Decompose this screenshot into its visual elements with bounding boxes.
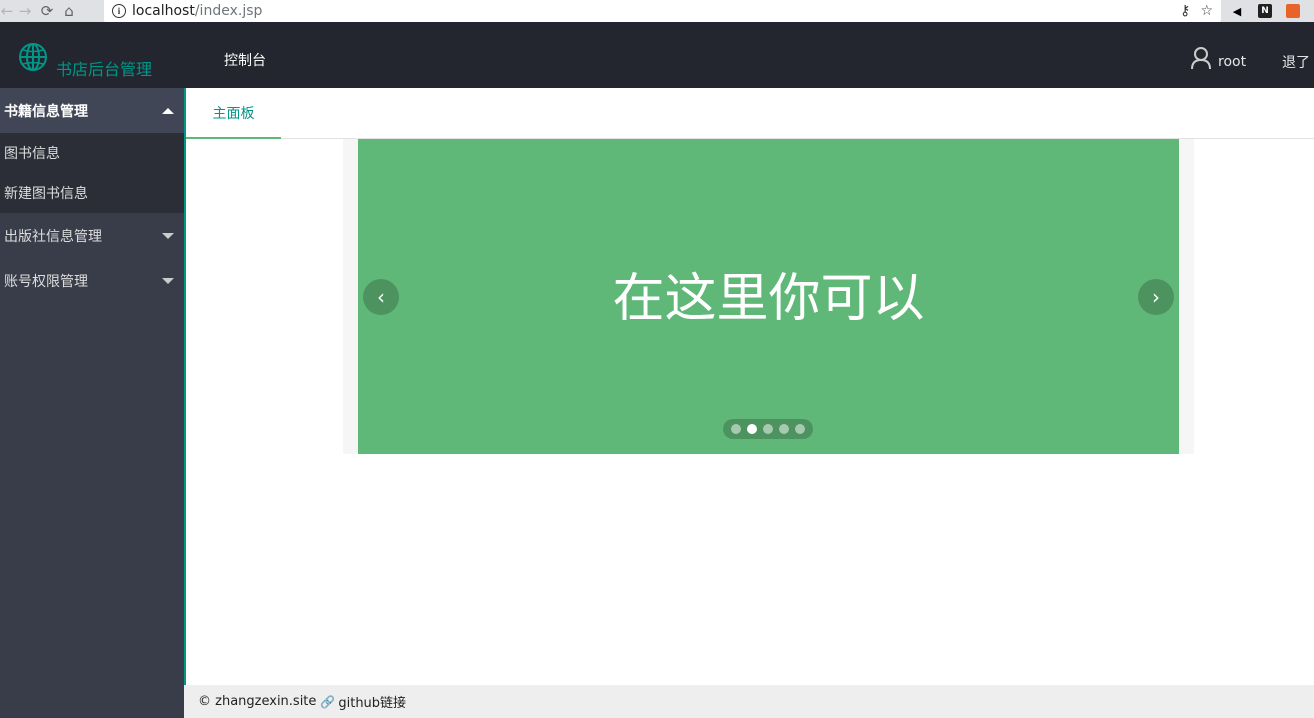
sidebar-group-label: 账号权限管理 bbox=[4, 273, 88, 290]
extension-n-icon[interactable]: N bbox=[1258, 4, 1272, 18]
sidebar-group-books[interactable]: 书籍信息管理 bbox=[0, 88, 184, 133]
link-icon: 🔗 bbox=[320, 694, 336, 709]
url-host: localhost bbox=[132, 3, 195, 19]
sidebar-submenu: 图书信息 新建图书信息 bbox=[0, 133, 184, 213]
carousel-indicators bbox=[723, 419, 813, 439]
caret-up-icon bbox=[162, 107, 174, 114]
carousel-dot[interactable] bbox=[795, 424, 805, 434]
globe-icon bbox=[19, 43, 47, 71]
carousel-prev-button[interactable]: ‹ bbox=[363, 279, 399, 315]
sidebar-item-book-info[interactable]: 图书信息 bbox=[0, 133, 184, 173]
carousel: 在这里你可以 ‹ › bbox=[358, 139, 1179, 454]
footer-copyright: © zhangzexin.site bbox=[198, 694, 317, 709]
caret-down-icon bbox=[162, 232, 174, 239]
url-path: /index.jsp bbox=[194, 3, 263, 19]
sidebar-group-label: 书籍信息管理 bbox=[4, 103, 88, 120]
back-icon[interactable]: ← bbox=[0, 0, 14, 22]
key-icon[interactable]: ⚷ bbox=[1180, 3, 1190, 19]
star-icon[interactable]: ☆ bbox=[1200, 3, 1213, 19]
carousel-next-button[interactable]: › bbox=[1138, 279, 1174, 315]
logout-link[interactable]: 退了 bbox=[1282, 52, 1310, 72]
carousel-dot[interactable] bbox=[731, 424, 741, 434]
tab-bar: 主面板 bbox=[186, 88, 1314, 139]
address-bar[interactable]: i localhost/index.jsp ⚷ ☆ bbox=[104, 0, 1221, 22]
sidebar-group-accounts[interactable]: 账号权限管理 bbox=[0, 258, 184, 303]
sidebar-item-new-book[interactable]: 新建图书信息 bbox=[0, 173, 184, 213]
github-link[interactable]: 🔗 github链接 bbox=[320, 692, 407, 712]
sidebar-group-publishers[interactable]: 出版社信息管理 bbox=[0, 213, 184, 258]
sidebar: 书籍信息管理 图书信息 新建图书信息 出版社信息管理 账号权限管理 bbox=[0, 88, 184, 718]
slide-text: 在这里你可以 bbox=[612, 269, 925, 329]
sidebar-group-label: 出版社信息管理 bbox=[4, 228, 102, 245]
tab-main-panel[interactable]: 主面板 bbox=[186, 88, 281, 139]
carousel-dot[interactable] bbox=[763, 424, 773, 434]
chevron-left-icon: ‹ bbox=[377, 285, 385, 309]
caret-down-icon bbox=[162, 277, 174, 284]
forward-icon[interactable]: → bbox=[14, 0, 36, 22]
footer: © zhangzexin.site 🔗 github链接 bbox=[184, 685, 1314, 718]
home-icon[interactable]: ⌂ bbox=[58, 0, 80, 22]
chevron-right-icon: › bbox=[1152, 285, 1160, 309]
carousel-dot[interactable] bbox=[779, 424, 789, 434]
sidebar-divider bbox=[184, 88, 186, 685]
app-header: 书店后台管理 控制台 root 退了 bbox=[0, 22, 1314, 88]
user-icon bbox=[1191, 47, 1211, 70]
nav-item-console[interactable]: 控制台 bbox=[224, 50, 266, 70]
extension-office-icon[interactable] bbox=[1286, 4, 1300, 18]
user-name: root bbox=[1218, 54, 1247, 70]
extensions-area: ◀ N bbox=[1222, 0, 1314, 22]
carousel-dot[interactable] bbox=[747, 424, 757, 434]
user-menu[interactable]: root bbox=[1190, 46, 1246, 70]
reload-icon[interactable]: ⟳ bbox=[36, 0, 58, 22]
github-link-label: github链接 bbox=[338, 696, 407, 711]
brand-title[interactable]: 书店后台管理 bbox=[56, 56, 152, 80]
info-icon[interactable]: i bbox=[112, 4, 126, 18]
speaker-icon[interactable]: ◀ bbox=[1230, 4, 1244, 18]
